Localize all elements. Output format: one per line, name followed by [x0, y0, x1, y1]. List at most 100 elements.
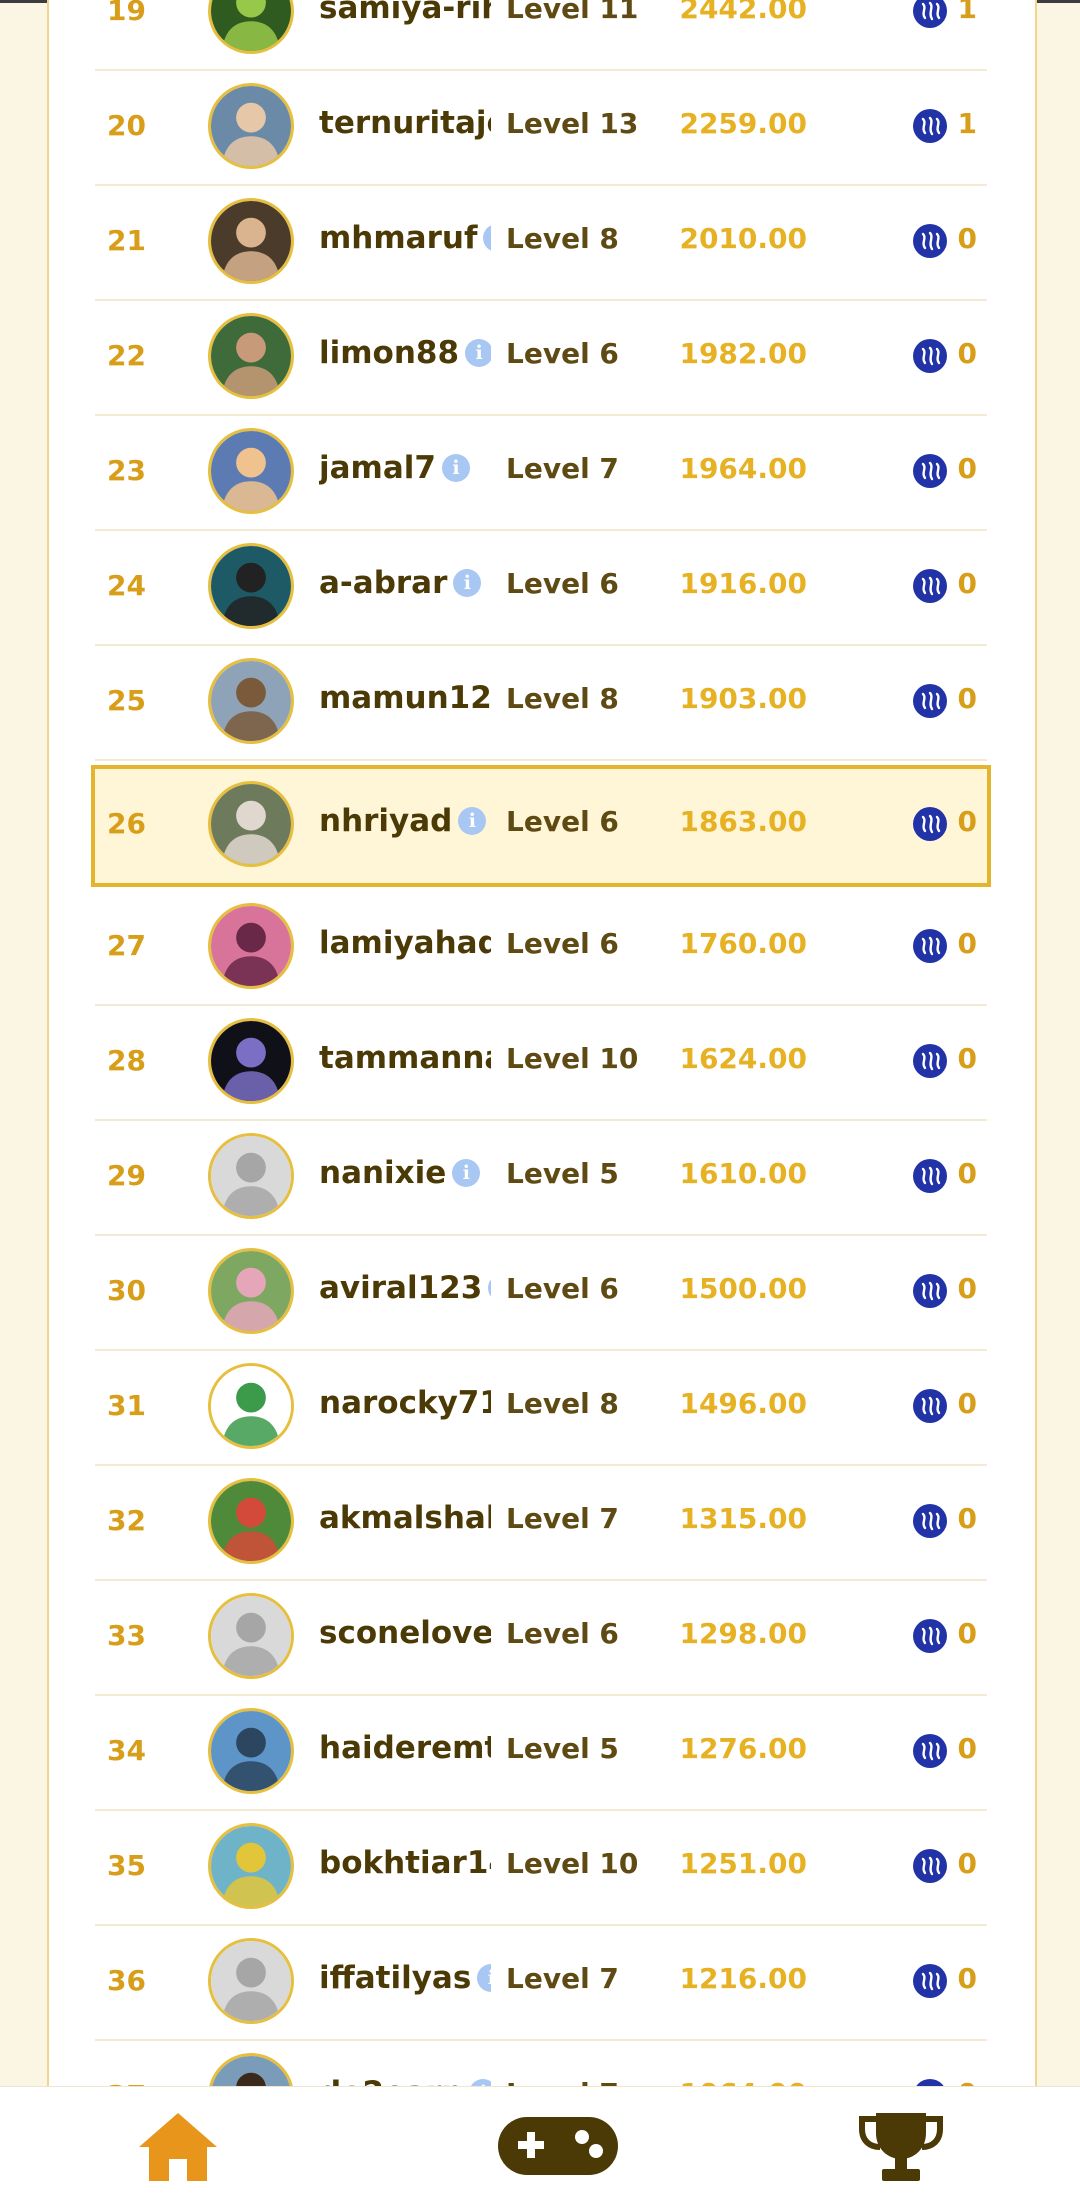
table-row[interactable]: 30 aviral123i Level 6 1500.00 0 — [95, 1236, 987, 1351]
username[interactable]: sconelover — [319, 1615, 491, 1651]
avatar[interactable] — [208, 2053, 294, 2090]
user-level: Level 6 — [506, 1617, 619, 1650]
info-icon[interactable]: i — [483, 224, 491, 252]
avatar[interactable] — [208, 658, 294, 744]
avatar[interactable] — [208, 1018, 294, 1104]
points-value: 2442.00 — [679, 0, 807, 25]
username[interactable]: lamiyahaqu — [319, 925, 491, 961]
info-icon[interactable]: i — [477, 1964, 491, 1992]
table-row[interactable]: 29 nanixie i Level 5 1610.00 0 — [95, 1121, 987, 1236]
avatar-image — [211, 431, 291, 511]
username[interactable]: a-abrar — [319, 565, 447, 601]
username-cell[interactable]: lamiyahaqu — [319, 925, 491, 967]
username-cell[interactable]: bokhtiar14 — [319, 1845, 491, 1887]
username-cell[interactable]: nhriyad i — [319, 803, 491, 845]
username-cell[interactable]: mamun123 — [319, 680, 491, 722]
info-icon[interactable]: i — [452, 1159, 481, 1187]
avatar[interactable] — [208, 198, 294, 284]
username[interactable]: nhriyad — [319, 803, 452, 839]
username[interactable]: nanixie — [319, 1155, 446, 1191]
table-row[interactable]: 25 mamun123 Level 8 1903.00 0 — [95, 646, 987, 761]
username-cell[interactable]: akmalshak — [319, 1500, 491, 1542]
avatar[interactable] — [208, 1363, 294, 1449]
nav-games-button[interactable] — [494, 2107, 624, 2187]
username-cell[interactable]: a-abrar i — [319, 565, 491, 607]
username[interactable]: bokhtiar14 — [319, 1845, 491, 1881]
avatar[interactable] — [208, 543, 294, 629]
username-cell[interactable]: iffatilyasi — [319, 1960, 491, 2002]
username[interactable]: narocky71 — [319, 1385, 491, 1421]
username-cell[interactable]: narocky71i — [319, 1385, 491, 1427]
avatar[interactable] — [208, 1708, 294, 1794]
table-row[interactable]: 27 lamiyahaqu Level 6 1760.00 0 — [95, 891, 987, 1006]
username[interactable]: mhmaruf — [319, 220, 477, 256]
username-cell[interactable]: samiya-rih — [319, 0, 491, 32]
avatar[interactable] — [208, 428, 294, 514]
avatar[interactable] — [208, 1248, 294, 1334]
username[interactable]: akmalshak — [319, 1500, 491, 1536]
info-icon[interactable]: i — [453, 569, 482, 597]
username-cell[interactable]: nanixie i — [319, 1155, 491, 1197]
table-row[interactable]: 33 sconelover Level 6 1298.00 0 — [95, 1581, 987, 1696]
username[interactable]: ternuritaje — [319, 105, 491, 141]
username-cell[interactable]: ternuritaje — [319, 105, 491, 147]
table-row[interactable]: 32 akmalshak Level 7 1315.00 0 — [95, 1466, 987, 1581]
avatar[interactable] — [208, 1823, 294, 1909]
username[interactable]: mamun123 — [319, 680, 491, 716]
username[interactable]: jamal7 — [319, 450, 436, 486]
avatar[interactable] — [208, 0, 294, 54]
username-cell[interactable]: haideremti — [319, 1730, 491, 1772]
table-row-current-user[interactable]: 26 nhriyad i Level 6 1863.00 0 — [91, 765, 991, 887]
table-row[interactable]: 24 a-abrar i Level 6 1916.00 0 — [95, 531, 987, 646]
info-icon[interactable]: i — [465, 339, 491, 367]
leaderboard-list: 19 samiya-rih Level 11 2442.00 1 20 ternuritaj… — [91, 0, 991, 2090]
avatar[interactable] — [208, 313, 294, 399]
coin-count: 0 — [957, 1847, 977, 1880]
steem-coin-icon — [913, 1964, 947, 1998]
info-icon[interactable]: i — [441, 454, 470, 482]
username[interactable]: tammanna — [319, 1040, 491, 1076]
username[interactable]: samiya-rih — [319, 0, 491, 26]
nav-leaderboard-button[interactable] — [856, 2107, 946, 2187]
username-cell[interactable]: tammanna — [319, 1040, 491, 1082]
table-row[interactable]: 31 narocky71i Level 8 1496.00 0 — [95, 1351, 987, 1466]
username[interactable]: aviral123 — [319, 1270, 482, 1306]
avatar[interactable] — [208, 1478, 294, 1564]
username-cell[interactable]: aviral123i — [319, 1270, 491, 1312]
nav-home-button[interactable] — [133, 2107, 223, 2187]
avatar[interactable] — [208, 1133, 294, 1219]
username-cell[interactable]: limon88 i — [319, 335, 491, 377]
table-row[interactable]: 37do2earniLevel 71064.000 — [95, 2041, 987, 2090]
rank-number: 20 — [107, 109, 146, 142]
avatar[interactable] — [208, 83, 294, 169]
info-icon[interactable]: i — [488, 1274, 491, 1302]
table-row[interactable]: 28 tammanna Level 10 1624.00 0 — [95, 1006, 987, 1121]
username-cell[interactable]: sconelover — [319, 1615, 491, 1657]
avatar[interactable] — [208, 1938, 294, 2024]
info-icon[interactable]: i — [458, 807, 487, 835]
points-value: 1216.00 — [679, 1962, 807, 1995]
table-row[interactable]: 20 ternuritaje Level 13 2259.00 1 — [95, 71, 987, 186]
username[interactable]: iffatilyas — [319, 1960, 471, 1996]
rank-number: 30 — [107, 1274, 146, 1307]
username-cell[interactable]: mhmarufi — [319, 220, 491, 262]
rank-number: 32 — [107, 1504, 146, 1537]
points-value: 2010.00 — [679, 222, 807, 255]
table-row[interactable]: 34 haideremti Level 5 1276.00 0 — [95, 1696, 987, 1811]
avatar[interactable] — [208, 903, 294, 989]
table-row[interactable]: 36 iffatilyasi Level 7 1216.00 0 — [95, 1926, 987, 2041]
steem-coin-icon — [913, 0, 947, 28]
table-row[interactable]: 35 bokhtiar14 Level 10 1251.00 0 — [95, 1811, 987, 1926]
username[interactable]: limon88 — [319, 335, 459, 371]
avatar-image — [211, 1021, 291, 1101]
avatar[interactable] — [208, 781, 294, 867]
username-cell[interactable]: jamal7 i — [319, 450, 491, 492]
username[interactable]: haideremti — [319, 1730, 491, 1766]
avatar[interactable] — [208, 1593, 294, 1679]
table-row[interactable]: 22 limon88 i Level 6 1982.00 0 — [95, 301, 987, 416]
table-row[interactable]: 19 samiya-rih Level 11 2442.00 1 — [95, 0, 987, 71]
table-row[interactable]: 23 jamal7 i Level 7 1964.00 0 — [95, 416, 987, 531]
points-value: 1982.00 — [679, 337, 807, 370]
bottom-navigation — [0, 2086, 1080, 2200]
table-row[interactable]: 21 mhmarufi Level 8 2010.00 0 — [95, 186, 987, 301]
